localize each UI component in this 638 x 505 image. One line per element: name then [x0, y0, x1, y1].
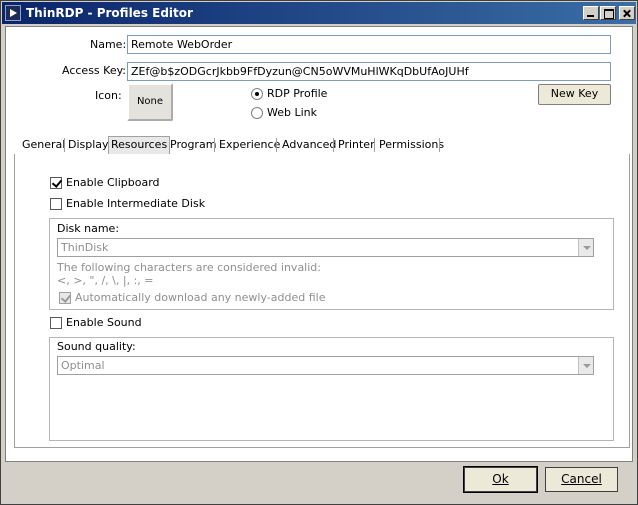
tab-separator	[333, 138, 334, 152]
tab-experience[interactable]: Experience	[219, 137, 280, 154]
minimize-button[interactable]	[583, 6, 599, 20]
rdp-profile-radio[interactable]	[251, 88, 263, 100]
enable-clipboard-label[interactable]: Enable Clipboard	[66, 176, 160, 189]
invalid-chars-note: The following characters are considered …	[57, 261, 321, 274]
window-title: ThinRDP - Profiles Editor	[26, 6, 193, 20]
resources-tab-page: Enable Clipboard Enable Intermediate Dis…	[14, 154, 630, 448]
client-area: Name: Remote WebOrder Access Key: ZEf@b$…	[5, 26, 633, 462]
access-key-field[interactable]: ZEf@b$zODGcrJkbb9FfDyzun@CN5oWVMuHlWKqDb…	[127, 62, 611, 81]
sound-quality-value: Optimal	[61, 359, 105, 372]
web-link-label[interactable]: Web Link	[267, 106, 317, 119]
rdp-profile-label[interactable]: RDP Profile	[267, 87, 327, 100]
cancel-button[interactable]: Cancel	[545, 467, 618, 492]
title-bar[interactable]: ThinRDP - Profiles Editor	[2, 2, 636, 24]
new-key-button[interactable]: New Key	[538, 84, 611, 105]
enable-clipboard-checkbox[interactable]	[50, 177, 62, 189]
name-label: Name:	[90, 38, 127, 51]
chevron-down-icon[interactable]	[578, 357, 593, 374]
tab-resources[interactable]: Resources	[108, 136, 171, 155]
tab-printer[interactable]: Printer	[338, 137, 375, 154]
icon-label: Icon:	[95, 89, 122, 102]
disk-name-combo[interactable]: ThinDisk	[57, 238, 594, 257]
access-key-label: Access Key:	[62, 64, 127, 77]
profiles-editor-window: ThinRDP - Profiles Editor Name: Remote W…	[0, 0, 638, 505]
cancel-button-label: Cancel	[561, 472, 602, 486]
tab-separator	[439, 138, 440, 152]
tab-separator	[276, 138, 277, 152]
sound-settings-group: Sound quality: Optimal	[49, 337, 614, 441]
enable-intermediate-disk-checkbox[interactable]	[50, 198, 62, 210]
auto-download-checkbox[interactable]	[59, 292, 71, 304]
disk-settings-group: Disk name: ThinDisk The following charac…	[49, 218, 614, 310]
ok-button-label: Ok	[492, 472, 509, 486]
disk-name-label: Disk name:	[57, 222, 120, 235]
enable-sound-label[interactable]: Enable Sound	[66, 316, 142, 329]
tab-advanced[interactable]: Advanced	[282, 137, 336, 154]
tab-permissions[interactable]: Permissions	[379, 137, 444, 154]
tab-separator	[64, 138, 65, 152]
disk-name-value: ThinDisk	[61, 241, 109, 254]
enable-sound-checkbox[interactable]	[50, 317, 62, 329]
maximize-button[interactable]	[600, 6, 616, 20]
tab-display[interactable]: Display	[68, 137, 109, 154]
icon-picker-button[interactable]: None	[127, 83, 173, 121]
name-field[interactable]: Remote WebOrder	[127, 35, 611, 54]
invalid-chars-list: <, >, ", /, \, |, :, =	[57, 274, 154, 287]
app-icon	[5, 5, 21, 21]
enable-intermediate-disk-label[interactable]: Enable Intermediate Disk	[66, 197, 205, 210]
tab-separator	[214, 138, 215, 152]
sound-quality-label: Sound quality:	[57, 340, 136, 353]
tab-separator	[374, 138, 375, 152]
tab-general[interactable]: General	[22, 137, 65, 154]
chevron-down-icon[interactable]	[578, 239, 593, 256]
web-link-radio[interactable]	[251, 107, 263, 119]
auto-download-label: Automatically download any newly-added f…	[75, 291, 326, 304]
tab-program[interactable]: Program	[170, 137, 216, 154]
sound-quality-combo[interactable]: Optimal	[57, 356, 594, 375]
close-button[interactable]	[619, 6, 635, 20]
ok-button[interactable]: Ok	[463, 466, 538, 493]
